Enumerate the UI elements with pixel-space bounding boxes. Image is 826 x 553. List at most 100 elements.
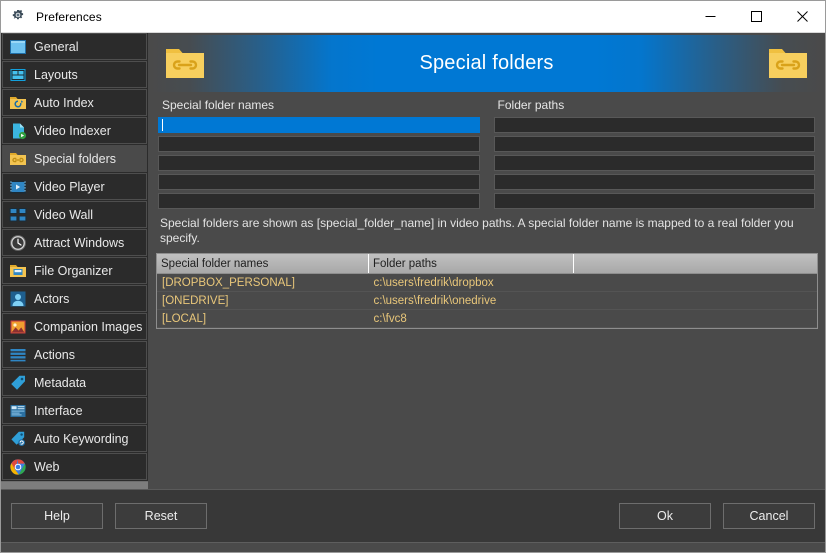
sidebar-item-special-folders[interactable]: Special folders (2, 145, 147, 172)
companion-images-icon (9, 318, 27, 336)
title-bar: Preferences (1, 1, 825, 33)
sidebar-item-label: Video Indexer (34, 124, 111, 138)
sidebar-item-label: General (34, 40, 78, 54)
video-indexer-icon (9, 122, 27, 140)
table-cell (574, 274, 818, 292)
table-row[interactable]: [DROPBOX_PERSONAL]c:\users\fredrik\dropb… (157, 274, 817, 292)
special-folder-name-input-4[interactable] (158, 174, 480, 190)
sidebar-item-label: Web (34, 460, 59, 474)
table-cell: c:\fvc8 (369, 310, 574, 328)
sidebar-item-label: Actions (34, 348, 75, 362)
general-icon (9, 38, 27, 56)
paths-column-label: Folder paths (498, 98, 816, 112)
gear-icon (11, 9, 27, 25)
web-icon (9, 458, 27, 476)
close-button[interactable] (779, 2, 825, 32)
ok-button[interactable]: Ok (619, 503, 711, 529)
main-panel: Special folders Special folde (148, 33, 825, 489)
attract-windows-icon (9, 234, 27, 252)
window-title: Preferences (36, 10, 102, 24)
special-folder-fields: Special folder names Folder paths (148, 95, 825, 212)
auto-keywording-icon (9, 430, 27, 448)
table-cell: [ONEDRIVE] (157, 292, 369, 310)
table-header-row: Special folder namesFolder paths (157, 254, 817, 274)
special-folder-name-input-3[interactable] (158, 155, 480, 171)
table-cell (574, 310, 818, 328)
table-cell: [DROPBOX_PERSONAL] (157, 274, 369, 292)
folder-path-input-3[interactable] (494, 155, 816, 171)
text-caret (162, 119, 163, 131)
sidebar-item-companion-images[interactable]: Companion Images (2, 313, 147, 340)
page-title: Special folders (419, 52, 553, 75)
table-column-header-2[interactable]: Folder paths (369, 254, 574, 274)
special-folder-name-input-1[interactable] (158, 117, 480, 133)
page-banner: Special folders (150, 35, 823, 92)
footer-actions: Ok Cancel (619, 503, 815, 529)
footer-bar: Help Reset Ok Cancel (1, 489, 825, 542)
reset-button[interactable]: Reset (115, 503, 207, 529)
sidebar-filler (1, 482, 148, 489)
help-description: Special folders are shown as [special_fo… (148, 212, 825, 248)
sidebar-item-general[interactable]: General (2, 33, 147, 60)
folder-path-input-5[interactable] (494, 193, 816, 209)
interface-icon (9, 402, 27, 420)
table-body: [DROPBOX_PERSONAL]c:\users\fredrik\dropb… (157, 274, 817, 328)
layouts-icon (9, 66, 27, 84)
sidebar-item-attract-windows[interactable]: Attract Windows (2, 229, 147, 256)
video-wall-icon (9, 206, 27, 224)
special-folder-name-input-2[interactable] (158, 136, 480, 152)
maximize-button[interactable] (733, 2, 779, 32)
sidebar-item-metadata[interactable]: Metadata (2, 369, 147, 396)
actors-icon (9, 290, 27, 308)
sidebar-nav-list: General Layouts Auto Index Video Indexer Spe… (1, 33, 148, 482)
folder-path-input-1[interactable] (494, 117, 816, 133)
sidebar-item-video-player[interactable]: Video Player (2, 173, 147, 200)
sidebar-item-interface[interactable]: Interface (2, 397, 147, 424)
names-input-list (158, 117, 480, 209)
minimize-button[interactable] (687, 2, 733, 32)
special-folders-table: Special folder namesFolder paths [DROPBO… (156, 253, 818, 329)
preferences-window: Preferences General Layouts Auto Index Vide… (0, 0, 826, 553)
table-cell: [LOCAL] (157, 310, 369, 328)
paths-column: Folder paths (494, 95, 816, 212)
sidebar-item-label: Interface (34, 404, 83, 418)
sidebar-item-label: Auto Keywording (34, 432, 129, 446)
sidebar-item-video-indexer[interactable]: Video Indexer (2, 117, 147, 144)
sidebar-item-web[interactable]: Web (2, 453, 147, 480)
names-column-label: Special folder names (162, 98, 480, 112)
help-button[interactable]: Help (11, 503, 103, 529)
table-column-header-3[interactable] (574, 254, 818, 274)
video-player-icon (9, 178, 27, 196)
cancel-button[interactable]: Cancel (723, 503, 815, 529)
sidebar-item-actions[interactable]: Actions (2, 341, 147, 368)
folder-path-input-4[interactable] (494, 174, 816, 190)
sidebar-item-auto-keywording[interactable]: Auto Keywording (2, 425, 147, 452)
window-body: General Layouts Auto Index Video Indexer Spe… (1, 33, 825, 489)
table-row[interactable]: [ONEDRIVE]c:\users\fredrik\onedrive (157, 292, 817, 310)
names-column: Special folder names (158, 95, 480, 212)
link-folder-icon (164, 43, 206, 81)
auto-index-icon (9, 94, 27, 112)
sidebar-item-label: Video Wall (34, 208, 93, 222)
sidebar-item-actors[interactable]: Actors (2, 285, 147, 312)
sidebar-item-label: Companion Images (34, 320, 142, 334)
sidebar-item-layouts[interactable]: Layouts (2, 61, 147, 88)
table-cell: c:\users\fredrik\onedrive (369, 292, 574, 310)
actions-icon (9, 346, 27, 364)
table-cell (574, 292, 818, 310)
sidebar-item-video-wall[interactable]: Video Wall (2, 201, 147, 228)
sidebar-item-label: Video Player (34, 180, 105, 194)
sidebar-item-label: Attract Windows (34, 236, 124, 250)
sidebar-item-label: File Organizer (34, 264, 113, 278)
sidebar-item-file-organizer[interactable]: File Organizer (2, 257, 147, 284)
table-row[interactable]: [LOCAL]c:\fvc8 (157, 310, 817, 328)
sidebar-item-label: Layouts (34, 68, 78, 82)
metadata-icon (9, 374, 27, 392)
special-folder-name-input-5[interactable] (158, 193, 480, 209)
folder-path-input-2[interactable] (494, 136, 816, 152)
sidebar-item-auto-index[interactable]: Auto Index (2, 89, 147, 116)
paths-input-list (494, 117, 816, 209)
sidebar-item-label: Auto Index (34, 96, 94, 110)
table-column-header-1[interactable]: Special folder names (157, 254, 369, 274)
sidebar-item-label: Special folders (34, 152, 116, 166)
